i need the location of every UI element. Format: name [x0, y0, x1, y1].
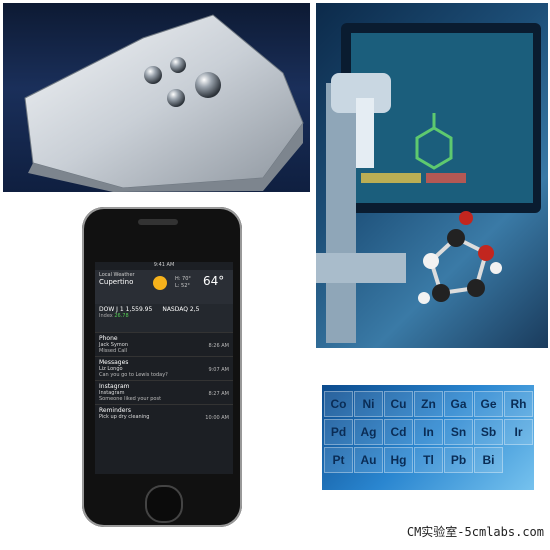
notification-time: 10:00 AM [205, 415, 229, 421]
notification-time: 8:26 AM [208, 343, 229, 349]
element-cell: Cu [384, 391, 413, 417]
element-cell: Bi [474, 447, 503, 473]
notification-app: Reminders [99, 407, 131, 414]
element-cell: Ga [444, 391, 473, 417]
element-cell: Ir [504, 419, 533, 445]
notification-item[interactable]: Instagram Instagram Someone liked your pos… [95, 380, 233, 404]
element-cell: Au [354, 447, 383, 473]
element-cell: Tl [414, 447, 443, 473]
element-cell: Sn [444, 419, 473, 445]
element-cell: Zn [414, 391, 443, 417]
element-cell: Sb [474, 419, 503, 445]
notification-list: Phone Jack Symon Missed Call 8:26 AM Message… [95, 332, 233, 422]
element-cell: Hg [384, 447, 413, 473]
liquid-metal-photo [3, 3, 310, 192]
stock-change: 26.78 [114, 313, 129, 319]
element-cell: Pb [444, 447, 473, 473]
periodic-table-photo: Co Ni Cu Zn Ga Ge Rh Pd Ag Cd In Sn Sb Ir Pt Au Hg Tl Pb Bi [322, 385, 534, 490]
weather-widget: Local Weather Cupertino H: 70° L: 52° 64… [95, 270, 233, 304]
notification-app: Messages [99, 359, 129, 366]
stocks-widget: DOW J 1 1,559.95 Index 26.78 NASDAQ 2,5 [95, 304, 233, 332]
status-time: 9:41 AM [153, 262, 175, 268]
weather-high: H: 70° [175, 276, 191, 282]
element-cell: Ge [474, 391, 503, 417]
phone-speaker [138, 219, 178, 225]
element-cell: Ni [354, 391, 383, 417]
stock-value: 2,5 [189, 306, 200, 313]
weather-temp: 64° [203, 274, 225, 288]
stock-value: 1 1,559.95 [119, 306, 153, 313]
stock-name: DOW J [99, 306, 118, 313]
notification-item[interactable]: Phone Jack Symon Missed Call 8:26 AM [95, 332, 233, 356]
element-cell: Rh [504, 391, 533, 417]
stock-nasdaq: NASDAQ 2,5 [162, 306, 199, 330]
weather-low: L: 52° [175, 283, 190, 289]
stock-sub: Index [99, 313, 113, 319]
element-cell: Co [324, 391, 353, 417]
notification-item[interactable]: Reminders Pick up dry cleaning 10:00 AM [95, 404, 233, 422]
element-cell: In [414, 419, 443, 445]
element-cell: Ag [354, 419, 383, 445]
iphone-photo: 9:41 AM Local Weather Cupertino H: 70° L… [82, 207, 242, 527]
metal-illustration [24, 14, 304, 192]
notification-app: Instagram [99, 383, 130, 390]
lab-microscope-photo [316, 3, 548, 348]
sun-icon [153, 276, 167, 290]
phone-screen: 9:41 AM Local Weather Cupertino H: 70° L… [95, 262, 233, 474]
notification-time: 9:07 AM [208, 367, 229, 373]
watermark: CM实验室-5cmlabs.com [406, 525, 544, 539]
element-cell: Cd [384, 419, 413, 445]
stock-name: NASDAQ [162, 306, 188, 313]
stock-dow: DOW J 1 1,559.95 Index 26.78 [99, 306, 152, 330]
notification-item[interactable]: Messages Liz Longo Can you go to Lewis tod… [95, 356, 233, 380]
element-cell: Pd [324, 419, 353, 445]
notification-time: 8:27 AM [208, 391, 229, 397]
element-cell: Pt [324, 447, 353, 473]
home-button[interactable] [145, 485, 183, 523]
notification-app: Phone [99, 335, 118, 342]
lab-illustration [316, 23, 541, 343]
periodic-grid: Co Ni Cu Zn Ga Ge Rh Pd Ag Cd In Sn Sb Ir Pt Au Hg Tl Pb Bi [322, 385, 534, 490]
